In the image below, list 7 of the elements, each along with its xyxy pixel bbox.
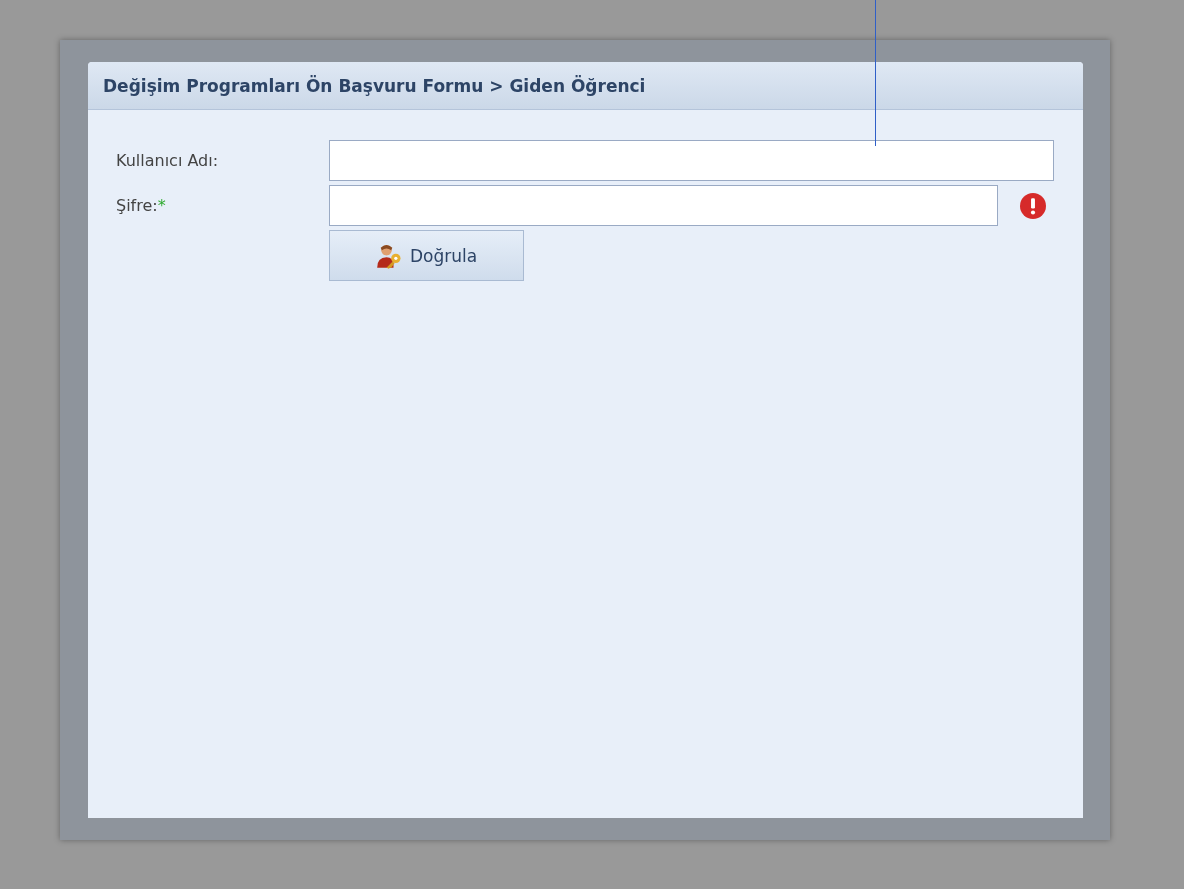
panel-title: Değişim Programları Ön Başvuru Formu > Giden Öğrenci (103, 75, 646, 96)
field-label: Kullanıcı Adı: (116, 151, 219, 170)
input-field[interactable] (329, 140, 1054, 181)
input-field[interactable] (329, 185, 998, 226)
field-label: Şifre: (116, 196, 158, 215)
required-mark: * (157, 196, 166, 215)
verify-button[interactable]: Doğrula (329, 230, 524, 281)
